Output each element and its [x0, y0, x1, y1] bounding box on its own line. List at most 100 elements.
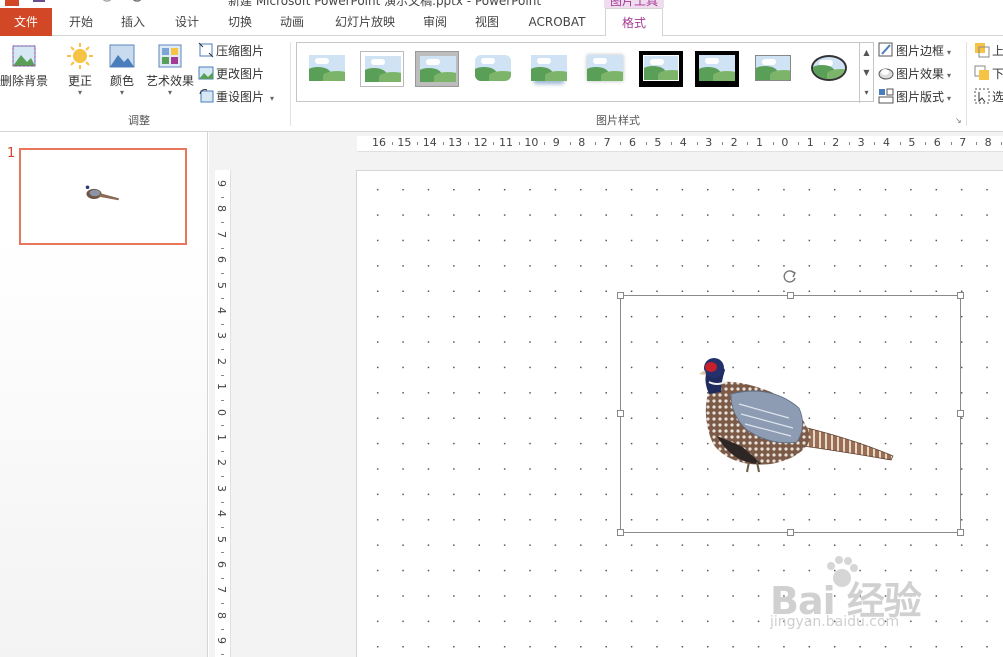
bring-forward-label: 上 — [992, 44, 1003, 58]
tab-animations[interactable]: 动画 — [271, 8, 313, 36]
ruler-label: 0 — [215, 408, 228, 416]
gallery-scroll-up[interactable]: ▲ — [859, 43, 873, 63]
tab-acrobat[interactable]: ACROBAT — [522, 8, 592, 36]
picture-border-button[interactable]: 图片边框 ▾ — [878, 40, 951, 62]
resize-handle-sw[interactable] — [617, 529, 624, 536]
ruler-tick — [221, 526, 224, 528]
resize-handle-ne[interactable] — [957, 292, 964, 299]
save-icon[interactable] — [32, 0, 46, 7]
tab-review[interactable]: 审阅 — [414, 8, 456, 36]
ruler-label: 11 — [499, 136, 513, 149]
chevron-down-icon[interactable]: ▾ — [270, 94, 274, 103]
window-title: 新建 Microsoft PowerPoint 演示文稿.pptx - Powe… — [228, 0, 542, 8]
remove-background-icon — [10, 42, 38, 70]
powerpoint-logo-icon — [4, 0, 20, 8]
effects-icon — [878, 65, 894, 81]
selected-picture[interactable] — [620, 295, 961, 533]
picture-style-option[interactable] — [695, 51, 739, 87]
ruler-tick — [221, 425, 224, 427]
ruler-tick — [221, 349, 224, 351]
resize-handle-s[interactable] — [787, 529, 794, 536]
picture-layout-button[interactable]: 图片版式 ▾ — [878, 86, 951, 108]
dialog-launcher-icon[interactable]: ↘ — [955, 116, 962, 125]
picture-style-option[interactable] — [639, 51, 683, 87]
tab-home[interactable]: 开始 — [60, 8, 102, 36]
picture-style-option[interactable] — [360, 51, 404, 87]
corrections-button[interactable]: 更正 ▾ — [60, 40, 100, 97]
ruler-tick — [221, 196, 224, 198]
chevron-down-icon: ▾ — [947, 71, 952, 80]
redo-icon[interactable] — [100, 0, 114, 7]
undo-icon[interactable] — [66, 0, 80, 7]
remove-background-button[interactable]: 删除背景 — [0, 40, 50, 89]
resize-handle-e[interactable] — [957, 410, 964, 417]
ruler-tick — [975, 142, 977, 145]
chevron-down-icon: ▾ — [947, 48, 952, 57]
ruler-tick — [950, 142, 952, 145]
ruler-tick — [874, 142, 876, 145]
picture-style-option[interactable] — [527, 51, 571, 87]
reset-picture-icon — [198, 88, 214, 104]
resize-handle-w[interactable] — [617, 410, 624, 417]
ruler-tick — [221, 247, 224, 249]
resize-handle-se[interactable] — [957, 529, 964, 536]
resize-handle-nw[interactable] — [617, 292, 624, 299]
group-divider — [966, 42, 967, 126]
picture-style-option[interactable] — [415, 51, 459, 87]
compress-pictures-button[interactable]: 压缩图片 — [198, 40, 264, 62]
ruler-tick — [925, 142, 927, 145]
slide-thumbnail[interactable] — [19, 148, 187, 245]
ruler-label: 14 — [422, 136, 437, 149]
gallery-more[interactable]: ▾ — [859, 83, 873, 103]
ruler-label: 1 — [756, 136, 763, 149]
send-backward-icon — [974, 65, 990, 81]
ruler-tick — [221, 374, 224, 376]
send-backward-button[interactable]: 下 — [974, 63, 1003, 85]
tab-view[interactable]: 视图 — [466, 8, 508, 36]
title-bar: 新建 Microsoft PowerPoint 演示文稿.pptx - Powe… — [0, 0, 1003, 8]
selection-pane-button[interactable]: 选 — [974, 86, 1003, 108]
change-picture-icon — [198, 65, 214, 81]
reset-picture-button[interactable]: 重设图片 ▾ — [198, 86, 274, 108]
ruler-label: 3 — [215, 332, 228, 340]
tab-insert[interactable]: 插入 — [112, 8, 154, 36]
artistic-effects-button[interactable]: 艺术效果 ▾ — [144, 40, 196, 97]
tab-file[interactable]: 文件 — [0, 8, 52, 36]
pheasant-image — [699, 358, 894, 473]
picture-style-option[interactable] — [807, 51, 851, 87]
ruler-label: 16 — [372, 136, 386, 149]
tab-transitions[interactable]: 切换 — [219, 8, 261, 36]
tab-design[interactable]: 设计 — [166, 8, 208, 36]
ruler-tick — [467, 142, 469, 145]
pheasant-thumbnail-image — [85, 185, 120, 201]
picture-style-option[interactable] — [751, 51, 795, 87]
ruler-label: 4 — [215, 510, 228, 518]
picture-style-option[interactable] — [471, 51, 515, 87]
ruler-tick — [594, 142, 596, 145]
ruler-tick — [221, 323, 224, 325]
picture-effects-button[interactable]: 图片效果 ▾ — [878, 63, 951, 85]
ruler-label: 7 — [603, 136, 611, 149]
ruler-tick — [221, 501, 224, 503]
change-picture-button[interactable]: 更改图片 — [198, 63, 264, 85]
resize-handle-n[interactable] — [787, 292, 794, 299]
rotate-handle-icon[interactable] — [782, 268, 798, 284]
ruler-tick — [544, 142, 546, 145]
bring-forward-button[interactable]: 上 — [974, 40, 1003, 62]
sun-icon — [66, 42, 94, 70]
ruler-tick — [569, 142, 571, 145]
tab-slideshow[interactable]: 幻灯片放映 — [330, 8, 400, 36]
color-button[interactable]: 颜色 ▾ — [102, 40, 142, 97]
picture-layout-label: 图片版式 — [896, 90, 945, 104]
ruler-label: 5 — [908, 136, 916, 149]
ruler-label: 9 — [215, 637, 228, 645]
picture-style-option[interactable] — [583, 51, 627, 87]
picture-style-option[interactable] — [305, 51, 349, 87]
ruler-label: 3 — [857, 136, 865, 149]
ruler-tick — [221, 476, 224, 478]
ruler-label: 8 — [578, 136, 586, 149]
start-slideshow-icon[interactable] — [130, 0, 150, 7]
tab-format[interactable]: 格式 — [605, 8, 663, 37]
gallery-scroll-down[interactable]: ▼ — [859, 63, 873, 83]
ribbon: 删除背景 更正 ▾ 颜色 ▾ 艺术效果 ▾ 压缩图片 更改图片 重设图片 ▾ 调… — [0, 36, 1003, 132]
